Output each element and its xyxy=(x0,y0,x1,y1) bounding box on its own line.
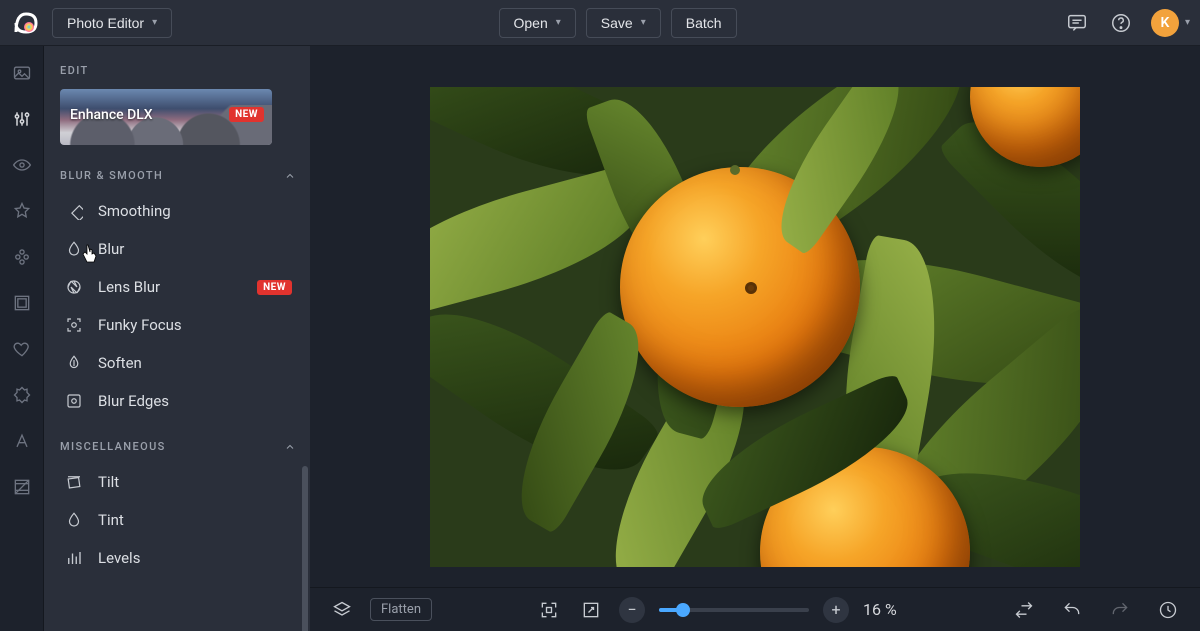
tint-icon xyxy=(64,511,84,529)
aperture-icon xyxy=(64,278,84,296)
zoom-in-button[interactable]: + xyxy=(823,597,849,623)
actual-size-icon[interactable] xyxy=(577,596,605,624)
rail-heart-icon[interactable] xyxy=(11,338,33,360)
effect-levels[interactable]: Levels xyxy=(60,539,296,577)
promo-enhance-dlx[interactable]: Enhance DLX NEW xyxy=(60,89,272,145)
blur-edges-icon xyxy=(64,392,84,410)
chevron-up-icon xyxy=(284,170,296,182)
batch-button[interactable]: Batch xyxy=(671,8,737,38)
drop-icon xyxy=(64,240,84,258)
rail-ai-icon[interactable] xyxy=(11,246,33,268)
effect-tilt[interactable]: Tilt xyxy=(60,463,296,501)
layers-icon[interactable] xyxy=(328,596,356,624)
chevron-down-icon: ▾ xyxy=(152,17,157,28)
history-icon[interactable] xyxy=(1154,596,1182,624)
flatten-button[interactable]: Flatten xyxy=(370,598,432,621)
canvas-area: Flatten − + 16 % xyxy=(310,46,1200,631)
rail-shape-icon[interactable] xyxy=(11,384,33,406)
chevron-down-icon: ▾ xyxy=(1185,17,1190,28)
focus-icon xyxy=(64,316,84,334)
open-button[interactable]: Open ▾ xyxy=(499,8,576,38)
effect-lens-blur[interactable]: Lens Blur NEW xyxy=(60,268,296,306)
section-miscellaneous[interactable]: MISCELLANEOUS xyxy=(60,440,296,453)
cursor-pointer-icon xyxy=(82,244,98,264)
app-title: Photo Editor xyxy=(67,15,144,31)
new-badge: NEW xyxy=(257,280,292,295)
chevron-down-icon: ▾ xyxy=(641,17,646,28)
save-button[interactable]: Save ▾ xyxy=(586,8,661,38)
soften-icon xyxy=(64,354,84,372)
zoom-out-button[interactable]: − xyxy=(619,597,645,623)
effect-soften[interactable]: Soften xyxy=(60,344,296,382)
undo-icon[interactable] xyxy=(1058,596,1086,624)
comments-icon[interactable] xyxy=(1063,9,1091,37)
rail-frame-icon[interactable] xyxy=(11,292,33,314)
help-icon[interactable] xyxy=(1107,9,1135,37)
avatar: K xyxy=(1151,9,1179,37)
zoom-readout: 16 % xyxy=(863,600,907,619)
rail-star-icon[interactable] xyxy=(11,200,33,222)
diamond-icon xyxy=(64,202,84,220)
topbar: Photo Editor ▾ Open ▾ Save ▾ Batch xyxy=(0,0,1200,46)
chevron-down-icon: ▾ xyxy=(556,17,561,28)
tool-rail xyxy=(0,46,44,631)
promo-label: Enhance DLX xyxy=(70,107,153,123)
section-blur-smooth[interactable]: BLUR & SMOOTH xyxy=(60,169,296,182)
chevron-up-icon xyxy=(284,441,296,453)
levels-icon xyxy=(64,549,84,567)
compare-icon[interactable] xyxy=(1010,596,1038,624)
redo-icon[interactable] xyxy=(1106,596,1134,624)
bottom-toolbar: Flatten − + 16 % xyxy=(310,587,1200,631)
account-menu[interactable]: K ▾ xyxy=(1151,9,1190,37)
sidebar-title: EDIT xyxy=(60,64,296,77)
canvas-image[interactable] xyxy=(430,87,1080,567)
effect-tint[interactable]: Tint xyxy=(60,501,296,539)
tilt-icon xyxy=(64,473,84,491)
rail-eye-icon[interactable] xyxy=(11,154,33,176)
app-logo[interactable] xyxy=(10,8,40,38)
zoom-slider[interactable] xyxy=(659,608,809,612)
rail-text-icon[interactable] xyxy=(11,430,33,452)
effect-funky-focus[interactable]: Funky Focus xyxy=(60,306,296,344)
fit-screen-icon[interactable] xyxy=(535,596,563,624)
effect-blur[interactable]: Blur xyxy=(60,230,296,268)
sidebar-scrollbar[interactable] xyxy=(302,466,308,631)
sidebar: EDIT Enhance DLX NEW BLUR & SMOOTH Smoot… xyxy=(44,46,310,631)
rail-adjust-icon[interactable] xyxy=(11,108,33,130)
rail-texture-icon[interactable] xyxy=(11,476,33,498)
effect-blur-edges[interactable]: Blur Edges xyxy=(60,382,296,420)
app-title-dropdown[interactable]: Photo Editor ▾ xyxy=(52,8,172,38)
rail-image-icon[interactable] xyxy=(11,62,33,84)
effect-smoothing[interactable]: Smoothing xyxy=(60,192,296,230)
new-badge: NEW xyxy=(229,107,264,122)
